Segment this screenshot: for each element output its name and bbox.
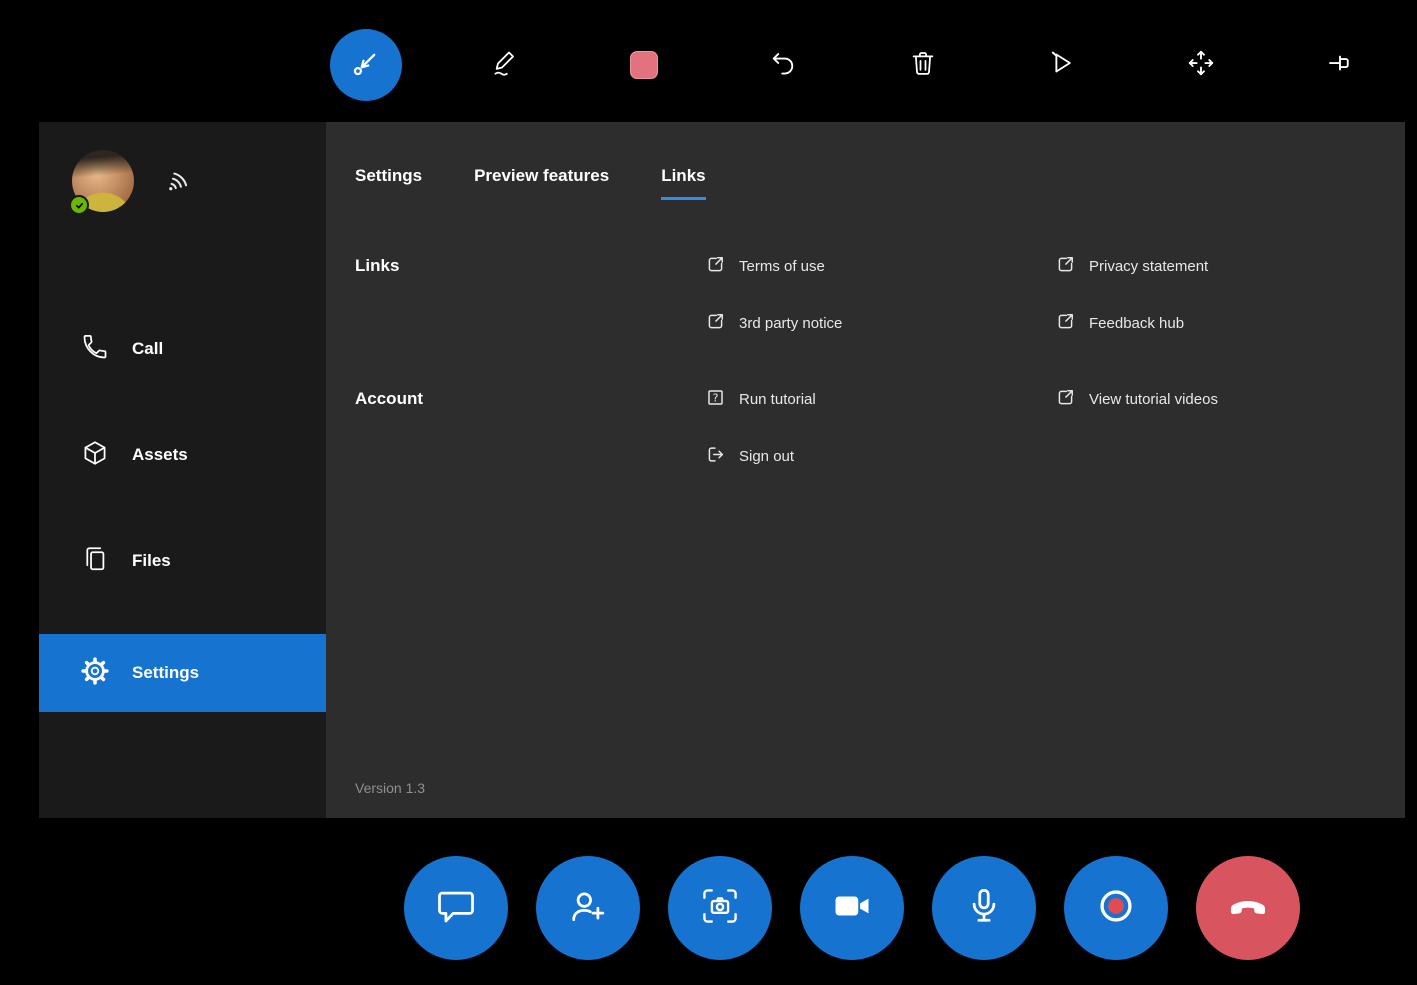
link-label: Run tutorial [739, 391, 816, 408]
svg-text:?: ? [713, 391, 719, 404]
sidebar-item-label: Settings [132, 663, 199, 683]
link-label: Privacy statement [1089, 258, 1208, 275]
sidebar: Call Assets [39, 122, 326, 818]
links-section-title: Links [355, 254, 705, 276]
chat-icon [434, 884, 478, 933]
profile-area [72, 150, 326, 212]
video-button[interactable] [800, 856, 904, 960]
sign-out-icon [705, 444, 726, 469]
presence-available-icon [69, 195, 89, 215]
sidebar-item-settings[interactable]: Settings [39, 634, 326, 712]
sidebar-item-label: Files [132, 551, 171, 571]
move-icon [1186, 48, 1216, 83]
link-3rd-party-notice[interactable]: 3rd party notice [705, 311, 1055, 335]
pin-icon [1325, 48, 1355, 83]
link-feedback-hub[interactable]: Feedback hub [1055, 311, 1405, 335]
pin-toolbar-button[interactable] [1304, 29, 1376, 101]
phone-icon [81, 333, 109, 366]
settings-tabs: Settings Preview features Links [355, 166, 1405, 200]
call-controls [404, 856, 1300, 960]
tab-preview-features[interactable]: Preview features [474, 166, 609, 200]
annotation-toolbar [330, 28, 1376, 102]
move-tool-button[interactable] [1165, 29, 1237, 101]
links-grid: Terms of use Privacy statement [705, 254, 1405, 335]
mic-button[interactable] [932, 856, 1036, 960]
end-call-button[interactable] [1196, 856, 1300, 960]
record-icon [1094, 884, 1138, 933]
sidebar-item-label: Call [132, 339, 163, 359]
link-label: View tutorial videos [1089, 391, 1218, 408]
color-swatch-icon [630, 51, 658, 79]
snapshot-button[interactable] [668, 856, 772, 960]
link-privacy-statement[interactable]: Privacy statement [1055, 254, 1405, 278]
links-section: Links Terms of use [355, 254, 1405, 335]
ink-pen-icon [490, 48, 520, 83]
account-section-title: Account [355, 387, 705, 409]
add-participant-button[interactable] [536, 856, 640, 960]
video-camera-icon [830, 884, 874, 933]
avatar[interactable] [72, 150, 134, 212]
link-label: 3rd party notice [739, 315, 842, 332]
sidebar-item-label: Assets [132, 445, 188, 465]
link-label: Terms of use [739, 258, 825, 275]
link-run-tutorial[interactable]: ? Run tutorial [705, 387, 1055, 411]
record-button[interactable] [1064, 856, 1168, 960]
external-link-icon [1055, 254, 1076, 279]
tab-settings[interactable]: Settings [355, 166, 422, 200]
link-terms-of-use[interactable]: Terms of use [705, 254, 1055, 278]
sidebar-nav: Call Assets [39, 316, 326, 729]
color-picker-button[interactable] [608, 29, 680, 101]
link-sign-out[interactable]: Sign out [705, 444, 1055, 468]
external-link-icon [1055, 387, 1076, 412]
undo-button[interactable] [747, 29, 819, 101]
link-label: Feedback hub [1089, 315, 1184, 332]
link-view-tutorial-videos[interactable]: View tutorial videos [1055, 387, 1405, 411]
question-icon: ? [705, 387, 726, 412]
add-participant-icon [566, 884, 610, 933]
external-link-icon [1055, 311, 1076, 336]
version-label: Version 1.3 [355, 780, 425, 796]
undo-icon [768, 48, 798, 83]
arrow-annotation-tool-button[interactable] [330, 29, 402, 101]
sidebar-item-assets[interactable]: Assets [39, 422, 326, 488]
sidebar-item-call[interactable]: Call [39, 316, 326, 382]
files-icon [81, 545, 109, 578]
account-section: Account ? Run tutorial [355, 387, 1405, 468]
external-link-icon [705, 311, 726, 336]
pointer-icon [1047, 48, 1077, 83]
app-frame: Call Assets [39, 122, 1378, 818]
account-grid: ? Run tutorial View [705, 387, 1405, 468]
arrow-annotation-icon [349, 46, 383, 85]
ink-tool-button[interactable] [469, 29, 541, 101]
box-icon [81, 439, 109, 472]
trash-icon [908, 48, 938, 83]
delete-annotations-button[interactable] [887, 29, 959, 101]
chat-button[interactable] [404, 856, 508, 960]
pointer-tool-button[interactable] [1026, 29, 1098, 101]
end-call-icon [1226, 884, 1270, 933]
sidebar-item-files[interactable]: Files [39, 528, 326, 594]
network-signal-icon [164, 163, 196, 200]
snapshot-icon [698, 884, 742, 933]
remote-assist-app: Call Assets [0, 0, 1417, 985]
link-label: Sign out [739, 448, 794, 465]
tab-links[interactable]: Links [661, 166, 705, 200]
mic-icon [962, 884, 1006, 933]
settings-panel: Settings Preview features Links Links [326, 122, 1405, 818]
gear-icon [81, 657, 109, 690]
external-link-icon [705, 254, 726, 279]
